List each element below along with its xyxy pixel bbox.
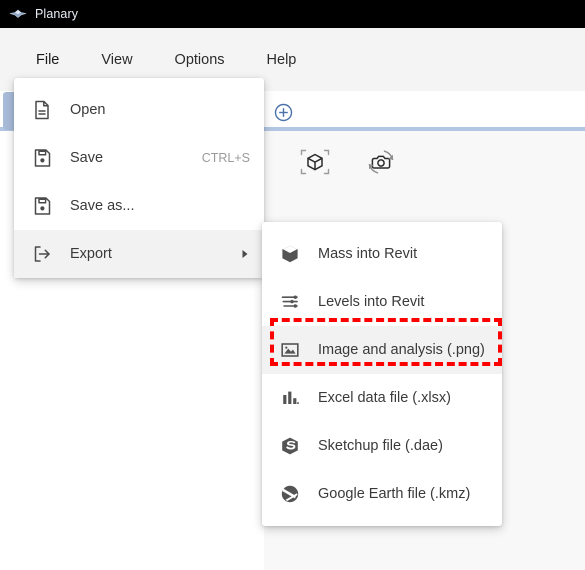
export-submenu-panel: Mass into Revit Levels into Revit Image …	[262, 222, 502, 526]
menu-item-label: Sketchup file (.dae)	[318, 438, 443, 454]
menu-item-label: Image and analysis (.png)	[318, 342, 485, 358]
menu-item-mass-into-revit[interactable]: Mass into Revit	[262, 230, 502, 278]
menubar-item-help[interactable]: Help	[257, 48, 307, 72]
menu-item-label: Save	[70, 150, 104, 166]
chevron-right-icon	[240, 248, 250, 260]
menu-item-export[interactable]: Export	[14, 230, 264, 278]
menu-item-label: Mass into Revit	[318, 246, 418, 262]
winged-diamond-logo-icon	[9, 7, 27, 21]
title-bar: Planary	[0, 0, 585, 28]
menu-item-sketchup-file[interactable]: Sketchup file (.dae)	[262, 422, 502, 470]
bar-chart-icon	[278, 386, 302, 410]
menu-item-label: Excel data file (.xlsx)	[318, 390, 451, 406]
tool-3d-view[interactable]	[296, 143, 334, 181]
camera-rotate-icon	[368, 150, 394, 174]
window-title: Planary	[35, 7, 79, 21]
menu-item-label: Levels into Revit	[318, 294, 425, 310]
menu-item-excel-data-file[interactable]: Excel data file (.xlsx)	[262, 374, 502, 422]
menubar-item-view[interactable]: View	[91, 48, 142, 72]
canvas-toolbar	[296, 143, 400, 181]
menu-item-levels-into-revit[interactable]: Levels into Revit	[262, 278, 502, 326]
sketchup-icon	[278, 434, 302, 458]
levels-icon	[278, 290, 302, 314]
floppy-disk-icon	[30, 194, 54, 218]
add-tab-button[interactable]	[273, 102, 293, 122]
export-arrow-icon	[30, 242, 54, 266]
menu-item-label: Google Earth file (.kmz)	[318, 486, 471, 502]
image-icon	[278, 338, 302, 362]
menu-item-open[interactable]: Open	[14, 86, 264, 134]
menu-item-label: Open	[70, 102, 106, 118]
menu-item-google-earth-file[interactable]: Google Earth file (.kmz)	[262, 470, 502, 518]
cube-solid-icon	[278, 242, 302, 266]
floppy-disk-icon	[30, 146, 54, 170]
plus-circle-icon	[274, 103, 292, 121]
menu-item-image-and-analysis[interactable]: Image and analysis (.png)	[262, 326, 502, 374]
menu-item-save-as[interactable]: Save as...	[14, 182, 264, 230]
file-menu-panel: Open Save CTRL+S Save as... Export	[14, 78, 264, 278]
tool-camera-rotate[interactable]	[362, 143, 400, 181]
menu-item-label: Export	[70, 246, 112, 262]
document-icon	[30, 98, 54, 122]
menu-item-shortcut: CTRL+S	[201, 151, 250, 165]
menubar-item-file[interactable]: File	[26, 48, 69, 72]
application-window: Planary File View Options Help Open Save…	[0, 0, 585, 570]
menu-item-label: Save as...	[70, 198, 135, 214]
menubar-item-options[interactable]: Options	[165, 48, 235, 72]
menu-item-save[interactable]: Save CTRL+S	[14, 134, 264, 182]
globe-icon	[278, 482, 302, 506]
3d-cube-view-icon	[300, 149, 330, 175]
menu-bar: File View Options Help	[0, 45, 585, 75]
